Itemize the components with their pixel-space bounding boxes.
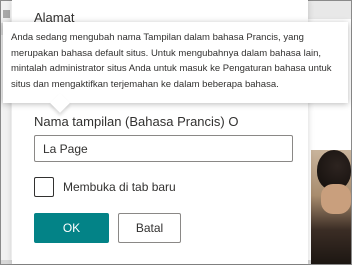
- info-tooltip: Anda sedang mengubah nama Tampilan dalam…: [3, 22, 348, 113]
- tooltip-text: Anda sedang mengubah nama Tampilan dalam…: [11, 32, 332, 90]
- new-tab-checkbox-label[interactable]: Membuka di tab baru: [63, 180, 176, 194]
- new-tab-checkbox[interactable]: [34, 177, 54, 197]
- cancel-button[interactable]: Batal: [118, 213, 181, 243]
- background-photo-face: [321, 184, 351, 214]
- background-photo: [311, 150, 351, 264]
- background-element: [3, 10, 10, 18]
- background-header-strip: [306, 1, 351, 19]
- display-name-label: Nama tampilan (Bahasa Prancis) O: [34, 114, 239, 129]
- display-name-input[interactable]: [34, 135, 293, 162]
- ok-button[interactable]: OK: [34, 213, 109, 243]
